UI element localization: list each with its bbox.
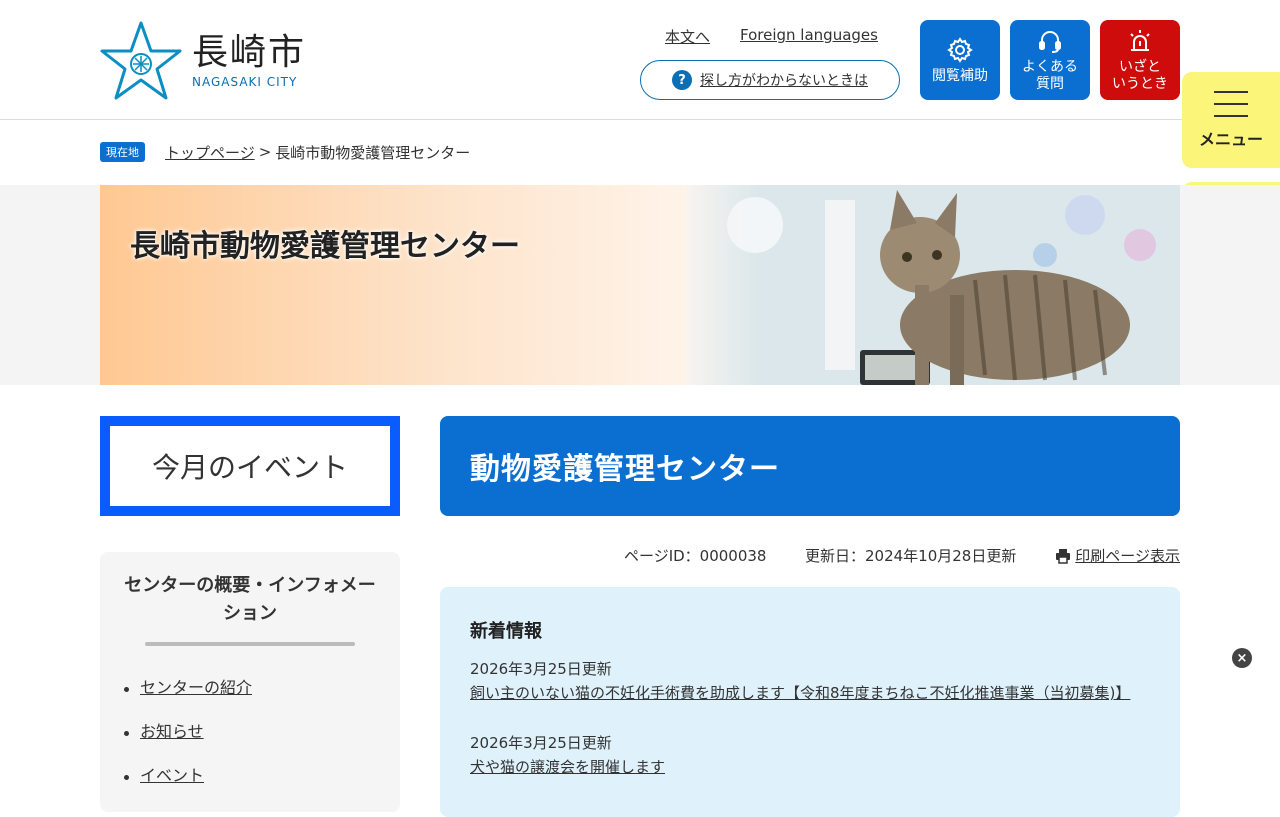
news-item: 2026年3月25日更新 飼い主のいない猫の不妊化手術費を助成します【令和8年度…: [470, 657, 1150, 705]
emergency-label-1: いざと: [1119, 59, 1161, 75]
page-id: ページID：0000038: [624, 547, 767, 565]
list-item: お知らせ: [122, 720, 400, 744]
emergency-button[interactable]: いざと いうとき: [1100, 20, 1180, 100]
list-item: センターの紹介: [122, 676, 400, 700]
menu-tab[interactable]: メニュー: [1182, 72, 1280, 168]
sidenav-link-center-intro[interactable]: センターの紹介: [140, 678, 252, 697]
print-page-label: 印刷ページ表示: [1075, 547, 1180, 565]
breadcrumb-current: 長崎市動物愛護管理センター: [275, 143, 471, 162]
sidenav-divider: [145, 642, 355, 646]
side-navigation: センターの概要・インフォメーション センターの紹介 お知らせ イベント: [100, 552, 400, 812]
faq-label-2: 質問: [1036, 76, 1064, 92]
sidenav-link-events[interactable]: イベント: [140, 766, 204, 785]
hero-title: 長崎市動物愛護管理センター: [130, 229, 520, 264]
close-icon[interactable]: ×: [1232, 648, 1252, 668]
breadcrumb-separator: >: [258, 143, 272, 161]
skip-to-content-link[interactable]: 本文へ: [665, 26, 710, 47]
question-icon: ?: [672, 70, 692, 90]
foreign-languages-link[interactable]: Foreign languages: [740, 26, 878, 44]
site-logo[interactable]: 長崎市 NAGASAKI CITY: [100, 20, 320, 102]
search-help-label: 探し方がわからないときは: [700, 73, 868, 89]
faq-button[interactable]: よくある 質問: [1010, 20, 1090, 100]
news-date: 2026年3月25日更新: [470, 734, 612, 752]
browse-assist-label: 閲覧補助: [932, 67, 988, 84]
news-item: 2026年3月25日更新 犬や猫の譲渡会を開催します: [470, 731, 1150, 779]
browse-assist-button[interactable]: 閲覧補助: [920, 20, 1000, 100]
faq-label-1: よくある: [1022, 59, 1078, 75]
print-page-link[interactable]: 印刷ページ表示: [1055, 545, 1180, 566]
breadcrumb-home-link[interactable]: トップページ: [165, 142, 255, 163]
menu-tab-label: メニュー: [1198, 130, 1263, 149]
updated-date: 更新日：2024年10月28日更新: [805, 547, 1017, 565]
emergency-label-2: いうとき: [1112, 76, 1168, 92]
breadcrumb: 現在地 トップページ > 長崎市動物愛護管理センター: [100, 140, 470, 164]
list-item: イベント: [122, 764, 400, 788]
current-location-badge: 現在地: [100, 142, 145, 162]
printer-icon: [1056, 548, 1071, 564]
sidenav-list: センターの紹介 お知らせ イベント: [100, 676, 400, 788]
logo-name-en: NAGASAKI CITY: [192, 75, 298, 89]
news-date: 2026年3月25日更新: [470, 660, 612, 678]
hamburger-icon: [1214, 91, 1248, 117]
search-help-button[interactable]: ? 探し方がわからないときは: [640, 60, 900, 100]
top-links: 本文へ Foreign languages: [640, 26, 900, 48]
sidenav-title: センターの概要・インフォメーション: [124, 575, 376, 624]
news-link[interactable]: 飼い主のいない猫の不妊化手術費を助成します【令和8年度まちねこ不妊化推進事業（当…: [470, 681, 1150, 705]
gear-icon: [947, 36, 973, 63]
headset-icon: [1039, 31, 1061, 53]
city-emblem-icon: [100, 21, 182, 100]
alarm-light-icon: [1130, 30, 1150, 51]
site-header: 長崎市 NAGASAKI CITY 本文へ Foreign languages …: [0, 0, 1280, 120]
sidenav-link-notices[interactable]: お知らせ: [140, 722, 204, 741]
news-title: 新着情報: [470, 621, 542, 642]
monthly-events-button[interactable]: 今月のイベント: [100, 416, 400, 516]
news-section: 新着情報 2026年3月25日更新 飼い主のいない猫の不妊化手術費を助成します【…: [440, 587, 1180, 817]
page-meta: ページID：0000038 更新日：2024年10月28日更新 印刷ページ表示: [440, 545, 1180, 567]
news-link[interactable]: 犬や猫の譲渡会を開催します: [470, 755, 1150, 779]
cat-photo-image: [685, 185, 1180, 385]
logo-name-ja: 長崎市: [192, 32, 307, 73]
page-title: 動物愛護管理センター: [440, 416, 1180, 516]
hero-banner: 長崎市動物愛護管理センター: [100, 185, 1180, 385]
